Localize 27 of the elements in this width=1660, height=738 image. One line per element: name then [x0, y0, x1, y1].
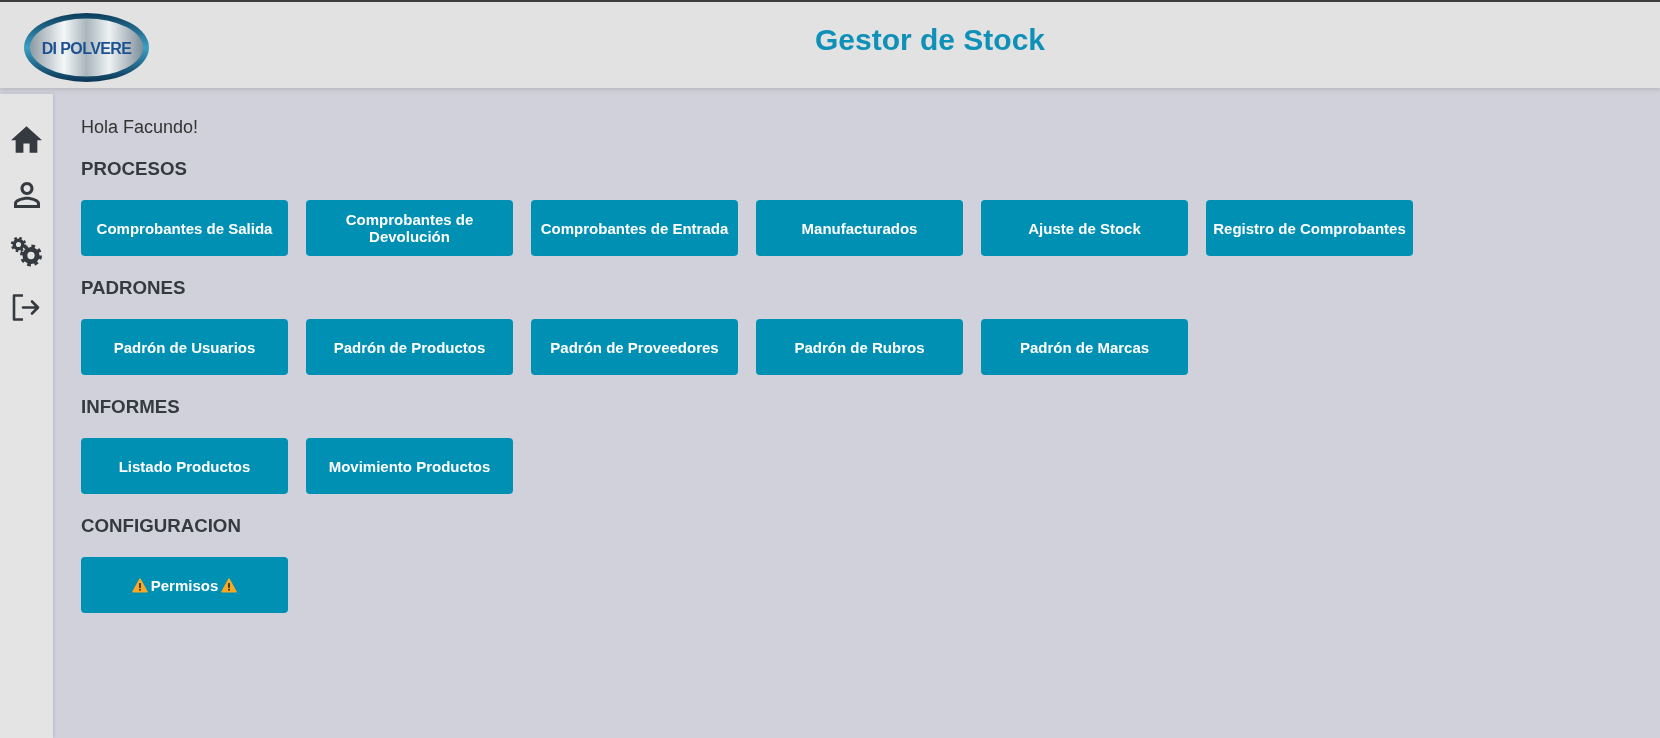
greeting-text: Hola Facundo!	[81, 117, 200, 137]
module-button[interactable]: Ajuste de Stock	[981, 200, 1188, 256]
settings-icon[interactable]	[10, 235, 43, 267]
module-button[interactable]: Listado Productos	[81, 438, 288, 494]
section-heading: CONFIGURACION	[81, 516, 242, 536]
section-heading: INFORMES	[81, 397, 181, 417]
home-icon[interactable]	[11, 125, 42, 153]
module-button[interactable]: Comprobantes de Devolución	[306, 200, 513, 256]
module-button[interactable]: Padrón de Rubros	[756, 319, 963, 375]
module-button[interactable]: Permisos	[81, 557, 288, 613]
warning-icon	[131, 577, 148, 593]
user-icon[interactable]	[13, 182, 40, 208]
section-heading: PROCESOS	[81, 159, 188, 179]
module-button[interactable]: Comprobantes de Salida	[81, 200, 288, 256]
module-button[interactable]: Manufacturados	[756, 200, 963, 256]
module-button[interactable]: Registro de Comprobantes	[1206, 200, 1413, 256]
app-title: Gestor de Stock	[813, 24, 1047, 56]
module-button[interactable]: Padrón de Proveedores	[531, 319, 738, 375]
logo-text: DI POLVERE	[41, 39, 132, 57]
module-button[interactable]: Padrón de Productos	[306, 319, 513, 375]
warning-icon	[221, 577, 238, 593]
logout-icon[interactable]	[12, 293, 41, 321]
module-button[interactable]: Comprobantes de Entrada	[531, 200, 738, 256]
module-button[interactable]: Padrón de Usuarios	[81, 319, 288, 375]
module-button[interactable]: Movimiento Productos	[306, 438, 513, 494]
section-heading: PADRONES	[81, 278, 187, 298]
module-button[interactable]: Padrón de Marcas	[981, 319, 1188, 375]
